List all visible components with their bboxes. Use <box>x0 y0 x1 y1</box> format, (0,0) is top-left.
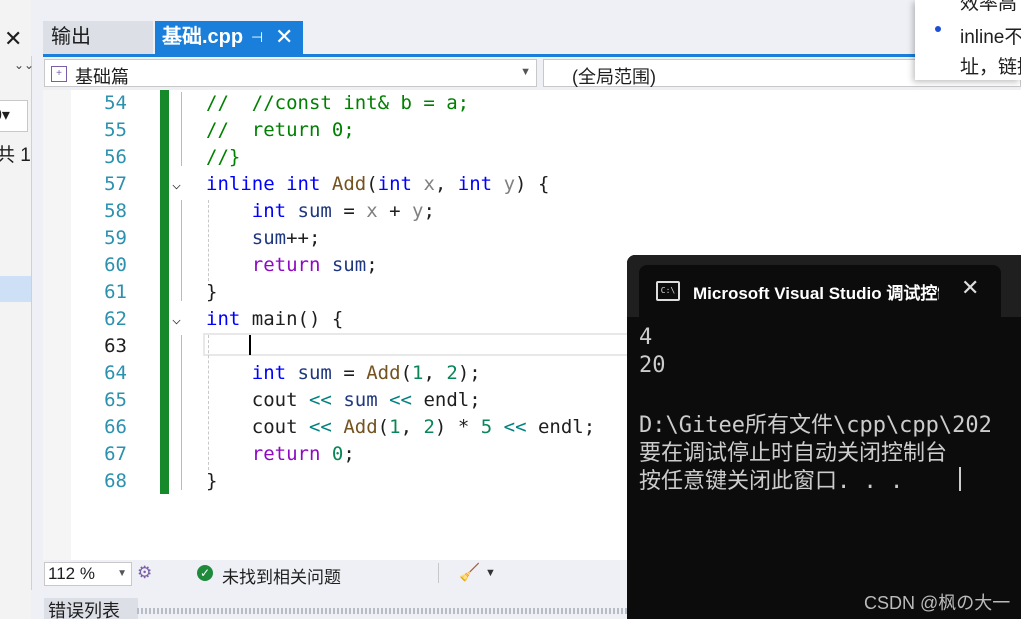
line-number: 57 <box>104 173 127 195</box>
fold-guide <box>181 92 182 166</box>
popup-text: 效率高 <box>960 0 1018 14</box>
console-output-line: 4 <box>639 325 653 350</box>
scope-label: (全局范围) <box>572 67 656 87</box>
tab-file-active[interactable]: 基础.cpp ⊣ ✕ <box>155 21 303 54</box>
console-output-line: 20 <box>639 353 666 378</box>
glyph-margin <box>43 90 71 560</box>
line-number: 64 <box>104 362 127 384</box>
divider <box>438 563 439 583</box>
watermark: CSDN @枫の大一 <box>864 593 1011 613</box>
chevron-down-icon: ▼ <box>520 66 531 78</box>
code-line[interactable]: return sum; <box>206 254 378 276</box>
code-line[interactable] <box>206 335 252 357</box>
tab-output[interactable]: 输出 <box>43 21 153 54</box>
console-title: Microsoft Visual Studio 调试控制台 <box>693 284 939 303</box>
line-number: 58 <box>104 200 127 222</box>
selected-row[interactable] <box>0 276 31 302</box>
project-label: 基础篇 <box>75 67 129 87</box>
text-caret <box>249 335 251 355</box>
chevron-down-icon[interactable]: ▼ <box>485 567 496 579</box>
code-line[interactable]: cout << sum << endl; <box>206 389 481 411</box>
line-number: 65 <box>104 389 127 411</box>
code-line[interactable]: } <box>206 470 217 492</box>
tab-close-icon[interactable]: ✕ <box>275 20 293 53</box>
current-line-highlight <box>203 333 633 356</box>
code-line[interactable]: int main() { <box>206 308 343 330</box>
intellicode-icon[interactable]: ⚙ <box>137 563 152 583</box>
indent-guide <box>208 335 209 470</box>
left-text-fragment: 共 1 <box>0 145 31 166</box>
bullet-icon <box>935 26 941 32</box>
line-number: 62 <box>104 308 127 330</box>
panel-grip[interactable] <box>137 608 627 614</box>
line-number: 61 <box>104 281 127 303</box>
code-cleanup-icon[interactable]: 🧹 <box>459 563 480 583</box>
chevron-down-icon[interactable]: ⌵ <box>172 175 181 193</box>
pin-icon[interactable]: ⊣ <box>251 21 263 54</box>
line-number: 68 <box>104 470 127 492</box>
fold-guide <box>181 335 182 490</box>
fold-guide <box>181 200 182 301</box>
console-output-line: 按任意键关闭此窗口. . . <box>639 469 904 494</box>
line-number: 63 <box>104 335 127 357</box>
code-line[interactable]: return 0; <box>206 443 355 465</box>
terminal-icon: C:\ <box>656 281 680 301</box>
tab-file-label: 基础.cpp <box>162 26 244 48</box>
line-number: 66 <box>104 416 127 438</box>
overflow-chevron-icon[interactable]: ⌄⌄ <box>14 58 34 72</box>
line-number: 56 <box>104 146 127 168</box>
popup-text: 址，链接 <box>960 57 1021 78</box>
issues-status[interactable]: 未找到相关问题 <box>222 563 341 588</box>
close-icon[interactable]: ✕ <box>961 275 979 301</box>
tab-underline <box>43 54 1021 57</box>
indent-guide <box>208 200 209 281</box>
line-number: 59 <box>104 227 127 249</box>
zoom-dropdown[interactable]: 112 % ▼ <box>44 562 132 586</box>
project-icon: + <box>51 66 67 82</box>
console-titlebar: C:\ Microsoft Visual Studio 调试控制台 ✕ <box>627 255 1021 317</box>
line-number: 54 <box>104 92 127 114</box>
chevron-down-icon[interactable]: ⌵ <box>172 310 181 328</box>
quick-info-popup: 效率高 inline不 址，链接 <box>915 0 1021 80</box>
code-line[interactable]: int sum = Add(1, 2); <box>206 362 481 384</box>
code-line[interactable]: inline int Add(int x, int y) { <box>206 173 549 195</box>
solution-explorer-strip: ✕ ⌄⌄ 0▾ 共 1 <box>0 0 34 619</box>
project-dropdown[interactable]: + 基础篇 ▼ <box>44 59 537 87</box>
code-line[interactable]: int sum = x + y; <box>206 200 435 222</box>
chevron-down-icon: ▼ <box>117 568 127 579</box>
change-tracking-bar <box>160 90 169 494</box>
code-line[interactable]: } <box>206 281 217 303</box>
code-line[interactable]: cout << Add(1, 2) * 5 << endl; <box>206 416 595 438</box>
code-line[interactable]: // return 0; <box>206 119 355 141</box>
console-tab[interactable]: C:\ Microsoft Visual Studio 调试控制台 ✕ <box>639 265 1001 317</box>
error-list-tab[interactable]: 错误列表 <box>44 598 138 619</box>
line-number: 60 <box>104 254 127 276</box>
close-icon[interactable]: ✕ <box>4 26 22 52</box>
line-number: 67 <box>104 443 127 465</box>
code-line[interactable]: // //const int& b = a; <box>206 92 469 114</box>
line-number: 55 <box>104 119 127 141</box>
console-cursor <box>959 467 961 491</box>
code-line[interactable]: sum++; <box>206 227 321 249</box>
code-line[interactable]: //} <box>206 146 240 168</box>
left-combo[interactable]: 0▾ <box>0 100 28 132</box>
popup-text: inline不 <box>960 27 1021 48</box>
check-circle-icon: ✓ <box>197 565 213 581</box>
debug-console-window[interactable]: C:\ Microsoft Visual Studio 调试控制台 ✕ 420D… <box>627 255 1021 619</box>
